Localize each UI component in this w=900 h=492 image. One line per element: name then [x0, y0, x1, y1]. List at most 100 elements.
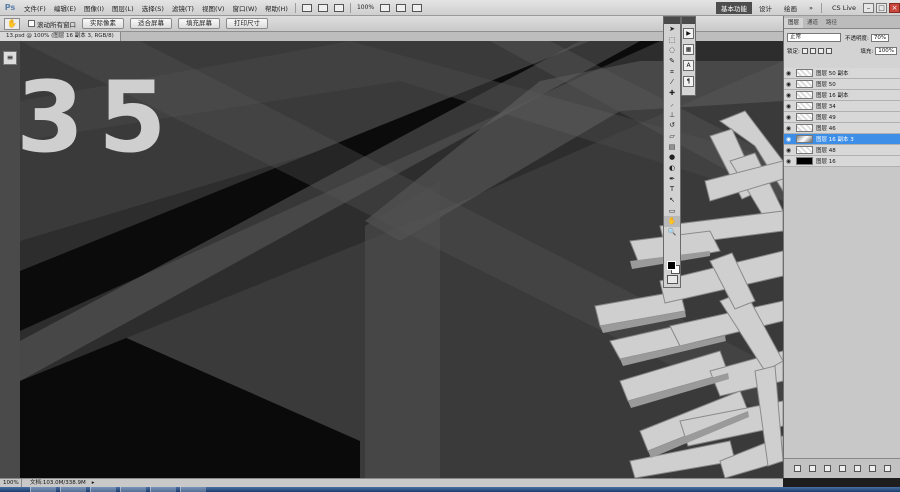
path-selection-tool-icon[interactable]: ↖	[664, 195, 680, 206]
taskbar-item[interactable]	[90, 487, 116, 492]
menu-window[interactable]: 窗口(W)	[228, 3, 261, 13]
layer-row[interactable]: ◉ 图层 46	[784, 123, 900, 134]
menu-edit[interactable]: 编辑(E)	[50, 3, 80, 13]
history-dock-icon[interactable]: ▶	[683, 28, 694, 39]
mini-bridge-icon[interactable]	[317, 3, 328, 12]
tab-channels[interactable]: 通道	[803, 18, 822, 28]
menu-layer[interactable]: 图层(L)	[108, 3, 138, 13]
healing-brush-tool-icon[interactable]: ✚	[664, 88, 680, 99]
visibility-eye-icon[interactable]: ◉	[784, 92, 793, 99]
tools-panel-header[interactable]	[664, 17, 680, 24]
close-icon[interactable]: ×	[889, 2, 900, 13]
hand-view-icon[interactable]	[380, 3, 391, 12]
crop-tool-icon[interactable]: ⌗	[664, 67, 680, 78]
layer-row[interactable]: ◉ 图层 49	[784, 112, 900, 123]
eyedropper-tool-icon[interactable]: ⁄	[664, 77, 680, 88]
type-tool-icon[interactable]: T	[664, 184, 680, 195]
adjustment-layer-icon[interactable]	[839, 465, 846, 472]
document-tab[interactable]: 13.psd @ 100% (图层 16 副本 3, RGB/8)	[0, 32, 121, 41]
bridge-icon[interactable]	[301, 3, 312, 12]
lock-pixels-icon[interactable]	[809, 47, 816, 54]
move-tool-icon[interactable]: ➤	[664, 24, 680, 35]
dock-header[interactable]	[682, 17, 695, 24]
visibility-eye-icon[interactable]: ◉	[784, 81, 793, 88]
taskbar-item[interactable]	[120, 487, 146, 492]
workspace-painting[interactable]: 绘画	[779, 2, 802, 14]
eraser-tool-icon[interactable]: ▱	[664, 131, 680, 142]
tab-paths[interactable]: 路径	[822, 18, 841, 28]
arrange-documents-icon[interactable]	[396, 3, 407, 12]
workspace-design[interactable]: 设计	[754, 2, 777, 14]
dodge-tool-icon[interactable]: ◐	[664, 163, 680, 174]
taskbar-item[interactable]	[180, 487, 206, 492]
status-menu-arrow-icon[interactable]: ▸	[92, 479, 95, 487]
lasso-tool-icon[interactable]: ◌	[664, 45, 680, 56]
lock-position-icon[interactable]	[817, 47, 824, 54]
taskbar-item[interactable]	[150, 487, 176, 492]
blur-tool-icon[interactable]: ●	[664, 152, 680, 163]
minimize-icon[interactable]: –	[863, 2, 874, 13]
brush-tool-icon[interactable]: ⸝	[664, 99, 680, 110]
layer-row[interactable]: ◉ 图层 16	[784, 156, 900, 167]
fill-field[interactable]: 100%	[875, 46, 897, 55]
opacity-field[interactable]: 70%	[870, 33, 890, 42]
cs-live-button[interactable]: CS Live	[827, 3, 861, 13]
workspace-more[interactable]: »	[804, 3, 818, 13]
visibility-eye-icon[interactable]: ◉	[784, 114, 793, 121]
visibility-eye-icon[interactable]: ◉	[784, 70, 793, 77]
marquee-tool-icon[interactable]: ⬚	[664, 35, 680, 46]
layer-row[interactable]: ◉ 图层 50 副本	[784, 68, 900, 79]
pen-tool-icon[interactable]: ✒	[664, 174, 680, 185]
visibility-eye-icon[interactable]: ◉	[784, 103, 793, 110]
visibility-eye-icon[interactable]: ◉	[784, 136, 793, 143]
layer-style-icon[interactable]	[809, 465, 816, 472]
lock-all-icon[interactable]	[825, 47, 832, 54]
gradient-tool-icon[interactable]: ▤	[664, 142, 680, 153]
layer-row-selected[interactable]: ◉ 图层 16 副本 3	[784, 134, 900, 145]
zoom-tool-icon[interactable]: 🔍	[664, 227, 680, 238]
new-group-icon[interactable]	[854, 465, 861, 472]
new-layer-icon[interactable]	[869, 465, 876, 472]
character-dock-icon[interactable]: A	[683, 60, 694, 71]
fill-screen-button[interactable]: 填充屏幕	[178, 18, 220, 29]
layer-row[interactable]: ◉ 图层 16 副本	[784, 90, 900, 101]
lock-transparent-icon[interactable]	[801, 47, 808, 54]
extras-icon[interactable]	[333, 3, 344, 12]
print-size-button[interactable]: 打印尺寸	[226, 18, 268, 29]
menu-image[interactable]: 图像(I)	[80, 3, 108, 13]
menu-file[interactable]: 文件(F)	[20, 3, 50, 13]
layer-row[interactable]: ◉ 图层 34	[784, 101, 900, 112]
menu-help[interactable]: 帮助(H)	[261, 3, 292, 13]
taskbar-item[interactable]	[30, 487, 56, 492]
link-layers-icon[interactable]	[794, 465, 801, 472]
tab-layers[interactable]: 图层	[784, 18, 804, 28]
visibility-eye-icon[interactable]: ◉	[784, 158, 793, 165]
add-mask-icon[interactable]	[824, 465, 831, 472]
blend-mode-select[interactable]: 正常	[787, 33, 841, 42]
shape-tool-icon[interactable]: ▭	[664, 206, 680, 217]
actual-pixels-button[interactable]: 实际像素	[82, 18, 124, 29]
zoom-level-dropdown[interactable]: 100%	[357, 4, 374, 11]
menu-filter[interactable]: 滤镜(T)	[168, 3, 198, 13]
paragraph-dock-icon[interactable]: ¶	[683, 76, 694, 87]
foreground-color-swatch[interactable]	[667, 261, 676, 270]
quick-select-tool-icon[interactable]: ✎	[664, 56, 680, 67]
fit-screen-button[interactable]: 适合屏幕	[130, 18, 172, 29]
workspace-essentials[interactable]: 基本功能	[716, 1, 752, 14]
hand-tool-preset-icon[interactable]: ✋	[4, 17, 20, 30]
visibility-eye-icon[interactable]: ◉	[784, 147, 793, 154]
history-panel-icon[interactable]: ≡	[3, 51, 17, 65]
properties-dock-icon[interactable]: ▦	[683, 44, 694, 55]
history-brush-tool-icon[interactable]: ↺	[664, 120, 680, 131]
clone-stamp-tool-icon[interactable]: ⊥	[664, 110, 680, 121]
menu-view[interactable]: 视图(V)	[198, 3, 229, 13]
visibility-eye-icon[interactable]: ◉	[784, 125, 793, 132]
scroll-all-windows-checkbox[interactable]	[28, 20, 35, 27]
taskbar-item[interactable]	[60, 487, 86, 492]
layer-row[interactable]: ◉ 图层 50	[784, 79, 900, 90]
hand-tool-icon[interactable]: ✋	[664, 216, 680, 228]
quick-mask-icon[interactable]	[667, 275, 678, 284]
screen-mode-icon[interactable]	[412, 3, 423, 12]
maximize-icon[interactable]: □	[876, 2, 887, 13]
layer-row[interactable]: ◉ 图层 48	[784, 145, 900, 156]
